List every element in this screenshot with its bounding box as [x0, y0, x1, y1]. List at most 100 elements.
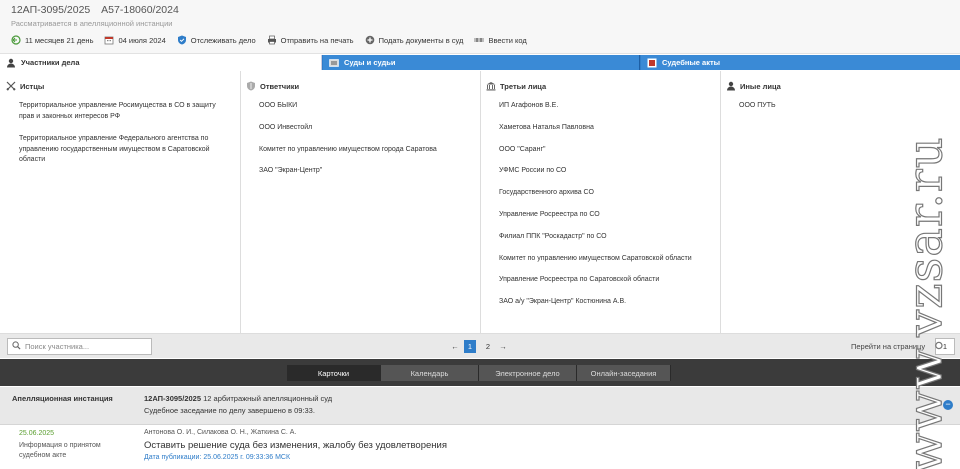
search-field — [7, 338, 152, 355]
enter-code-button[interactable]: Ввести код — [474, 35, 527, 45]
defendant-item[interactable]: ООО БЫКИ — [259, 101, 474, 123]
duration-item[interactable]: 11 месяцев 21 день — [11, 35, 93, 45]
instance-status: Судебное заседание по делу завершено в 0… — [144, 406, 315, 415]
defendant-item[interactable]: Комитет по управлению имуществом города … — [259, 145, 474, 167]
document-publication-date: Дата публикации: 25.06.2025 г. 09:33:36 … — [144, 454, 291, 461]
tab-participants-label: Участники дела — [21, 58, 80, 67]
third-parties-list: ИП Агафонов В.Е. Хаметова Наталья Павлов… — [499, 101, 714, 319]
tab-participants[interactable]: Участники дела — [0, 55, 322, 70]
document-date: 25.06.2025 — [19, 430, 55, 437]
tab-courts-judges-label: Суды и судьи — [344, 58, 396, 67]
barcode-icon — [474, 35, 484, 45]
document-type: Информация о принятом судебном акте — [19, 442, 101, 459]
prev-page-arrow[interactable]: ← — [449, 342, 461, 351]
submit-documents-label: Подать документы в суд — [378, 35, 464, 45]
watermark-text: www.vzsar.ru — [897, 136, 955, 469]
search-icon — [12, 341, 21, 352]
person-icon — [6, 58, 16, 68]
third-party-item[interactable]: Хаметова Наталья Павловна — [499, 123, 714, 145]
participants-panel: Истцы Территориальное управление Росимущ… — [0, 71, 960, 333]
defendant-item[interactable]: ЗАО "Экран-Центр" — [259, 166, 474, 188]
tab-court-acts[interactable]: Судебные акты — [641, 55, 960, 70]
third-parties-column: Третьи лица ИП Агафонов В.Е. Хаметова На… — [480, 71, 720, 333]
shield-icon — [177, 35, 187, 45]
case-status: Рассматривается в апелляционной инстанци… — [11, 19, 173, 28]
crossed-swords-icon — [6, 81, 16, 91]
pagination: ← 1 2 → — [449, 340, 509, 353]
plaintiffs-column: Истцы Территориальное управление Росимущ… — [0, 71, 240, 333]
plaintiffs-title: Истцы — [20, 81, 45, 91]
courthouse-icon — [329, 58, 339, 68]
third-parties-heading: Третьи лица — [486, 81, 546, 91]
plus-circle-icon — [365, 35, 375, 45]
court-act-card: 25.06.2025 Информация о принятом судебно… — [0, 426, 960, 469]
instance-court: 12 арбитражный апелляционный суд — [203, 394, 333, 403]
view-tab-electronic-case[interactable]: Электронное дело — [479, 365, 577, 381]
printer-icon — [267, 35, 277, 45]
clock-back-icon — [11, 35, 21, 45]
case-tabs: Участники дела Суды и судьи Судебные акт… — [0, 55, 960, 70]
view-tabs: Карточки Календарь Электронное дело Онла… — [287, 365, 671, 381]
submit-documents-button[interactable]: Подать документы в суд — [365, 35, 464, 45]
defendant-item[interactable]: ООО Инвестойл — [259, 123, 474, 145]
appeal-instance-row[interactable]: Апелляционная инстанция 12АП-3095/2025 1… — [0, 387, 960, 425]
pdf-icon — [647, 58, 657, 68]
third-party-item[interactable]: Государственного архива СО — [499, 188, 714, 210]
third-party-item[interactable]: ИП Агафонов В.Е. — [499, 101, 714, 123]
third-party-item[interactable]: ЗАО а/у "Экран-Центр" Костюнина А.В. — [499, 297, 714, 319]
third-party-item[interactable]: УФМС России по СО — [499, 166, 714, 188]
instance-case-number: 12АП-3095/2025 — [144, 394, 202, 403]
case-number: 12АП-3095/2025 — [11, 4, 91, 16]
others-heading: Иные лица — [726, 81, 781, 91]
others-title: Иные лица — [740, 81, 781, 91]
plaintiffs-list: Территориальное управление Росимущества … — [19, 101, 219, 178]
view-tab-online-hearings[interactable]: Онлайн-заседания — [577, 365, 671, 381]
view-tab-calendar[interactable]: Календарь — [381, 365, 479, 381]
others-list: ООО ПУТЬ — [739, 101, 954, 112]
plaintiffs-heading: Истцы — [6, 81, 44, 91]
calendar-icon — [104, 35, 114, 45]
first-instance-number: А57-18060/2024 — [101, 4, 179, 16]
track-case-button[interactable]: Отслеживать дело — [177, 35, 256, 45]
search-input[interactable] — [25, 342, 145, 351]
participant-search-bar: ← 1 2 → Перейти на страницу 1 — [0, 333, 960, 358]
third-parties-title: Третьи лица — [500, 81, 547, 91]
third-party-item[interactable]: Управление Росреестра по Саратовской обл… — [499, 275, 714, 297]
next-page-arrow[interactable]: → — [497, 342, 509, 351]
tab-courts-judges[interactable]: Суды и судьи — [323, 55, 640, 70]
building-icon — [486, 81, 496, 91]
page-2-button[interactable]: 2 — [482, 340, 494, 353]
case-title: 12АП-3095/2025 А57-18060/2024 — [11, 4, 187, 16]
print-button[interactable]: Отправить на печать — [267, 35, 354, 45]
enter-code-label: Ввести код — [488, 35, 527, 45]
duration-label: 11 месяцев 21 день — [25, 35, 94, 45]
person-icon — [726, 81, 736, 91]
registration-date-label: 04 июля 2024 — [118, 35, 166, 45]
instance-case: 12АП-3095/2025 12 арбитражный апелляцион… — [144, 394, 332, 403]
page-1-button[interactable]: 1 — [464, 340, 476, 353]
document-judges: Антонова О. И., Силакова О. Н., Жаткина … — [144, 429, 297, 436]
defendants-list: ООО БЫКИ ООО Инвестойл Комитет по управл… — [259, 101, 474, 188]
plaintiff-item[interactable]: Территориальное управление Федерального … — [19, 134, 219, 166]
defendants-title: Ответчики — [260, 81, 300, 91]
third-party-item[interactable]: Филиал ППК "Роскадастр" по СО — [499, 232, 714, 254]
case-toolbar: 11 месяцев 21 день 04 июля 2024 Отслежив… — [11, 34, 538, 46]
third-party-item[interactable]: Управление Росреестра по СО — [499, 210, 714, 232]
instance-label: Апелляционная инстанция — [12, 394, 113, 403]
shield-icon — [246, 81, 256, 91]
plaintiff-item[interactable]: Территориальное управление Росимущества … — [19, 101, 219, 122]
view-tab-cards[interactable]: Карточки — [287, 365, 381, 381]
defendants-column: Ответчики ООО БЫКИ ООО Инвестойл Комитет… — [240, 71, 480, 333]
registration-date-item[interactable]: 04 июля 2024 — [104, 35, 166, 45]
site-watermark: www.vzsar.ru — [897, 136, 954, 469]
third-party-item[interactable]: ООО "Саранг" — [499, 145, 714, 167]
case-header: 12АП-3095/2025 А57-18060/2024 Рассматрив… — [0, 0, 960, 54]
tab-court-acts-label: Судебные акты — [662, 58, 721, 67]
view-mode-bar: Карточки Календарь Электронное дело Онла… — [0, 359, 960, 386]
third-party-item[interactable]: Комитет по управлению имуществом Саратов… — [499, 254, 714, 276]
other-item[interactable]: ООО ПУТЬ — [739, 101, 954, 112]
defendants-heading: Ответчики — [246, 81, 299, 91]
print-label: Отправить на печать — [280, 35, 354, 45]
document-title-link[interactable]: Оставить решение суда без изменения, жал… — [144, 440, 447, 451]
track-case-label: Отслеживать дело — [190, 35, 256, 45]
